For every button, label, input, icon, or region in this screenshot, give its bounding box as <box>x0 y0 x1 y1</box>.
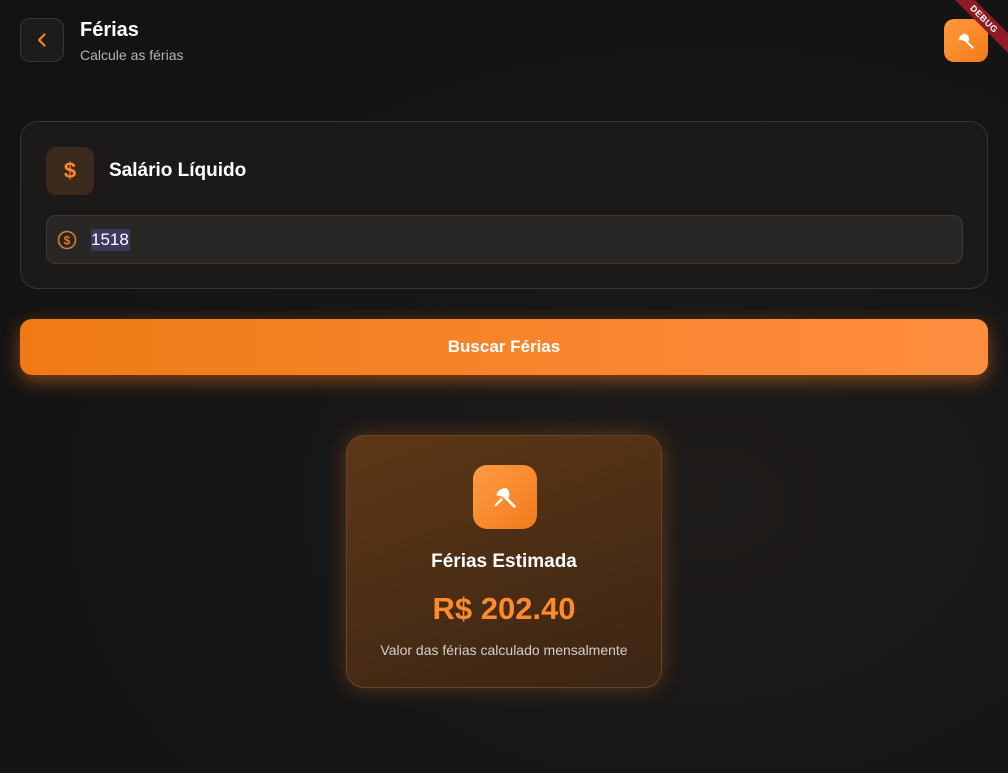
salary-input-field[interactable]: $ <box>46 215 963 264</box>
vacation-action-button[interactable] <box>944 19 988 62</box>
search-vacation-button[interactable]: Buscar Férias <box>20 319 988 375</box>
salary-input[interactable] <box>91 228 941 252</box>
dollar-icon: $ <box>46 147 94 195</box>
result-icon-box <box>473 465 537 529</box>
result-value: R$ 202.40 <box>432 591 576 626</box>
salary-label: Salário Líquido <box>109 160 247 181</box>
chevron-left-icon <box>37 33 46 47</box>
result-description: Valor das férias calculado mensalmente <box>380 642 628 658</box>
beach-umbrella-icon <box>494 488 516 508</box>
page-subtitle: Calcule as férias <box>80 47 184 63</box>
salary-card: $ Salário Líquido $ <box>20 121 988 289</box>
beach-umbrella-icon <box>958 33 974 49</box>
back-button[interactable] <box>20 18 64 62</box>
svg-text:$: $ <box>64 234 71 248</box>
result-card: Férias Estimada R$ 202.40 Valor das féri… <box>346 435 662 688</box>
coin-icon: $ <box>57 230 77 250</box>
page-title: Férias <box>80 19 139 41</box>
result-title: Férias Estimada <box>431 551 577 572</box>
